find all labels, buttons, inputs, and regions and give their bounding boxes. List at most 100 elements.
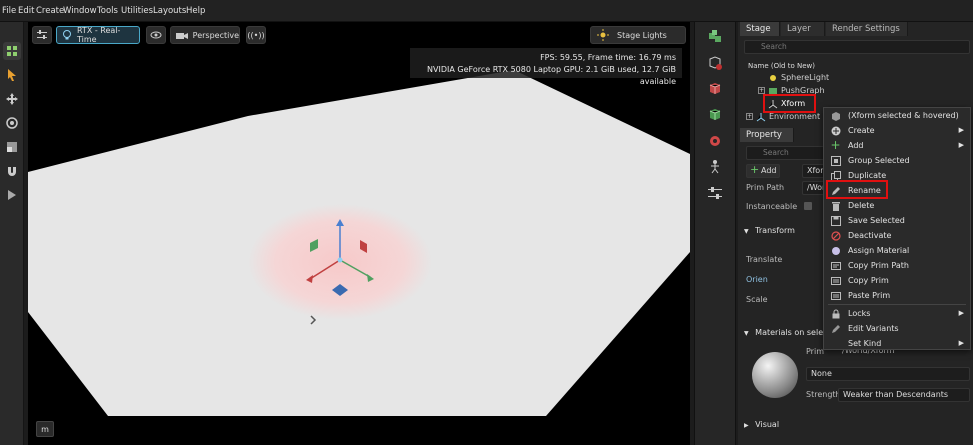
menu-item-copy-prim[interactable]: Copy Prim xyxy=(824,273,970,288)
tab-layer[interactable]: Layer xyxy=(781,22,825,36)
menu-utilities[interactable]: Utilities xyxy=(121,6,153,16)
plus-icon: + xyxy=(750,163,760,176)
broadcast-button[interactable]: ((•)) xyxy=(246,26,266,44)
menu-item-assign-material[interactable]: Assign Material xyxy=(824,243,970,258)
menu-file[interactable]: File xyxy=(2,6,16,16)
highlight-box-xform xyxy=(763,94,816,113)
stats-overlay: FPS: 59.55, Frame time: 16.79 ms NVIDIA … xyxy=(410,48,682,86)
tab-property[interactable]: Property xyxy=(740,128,794,142)
expand-icon[interactable]: + xyxy=(758,87,765,94)
menu-item-delete[interactable]: Delete xyxy=(824,198,970,213)
highlight-box-rename xyxy=(826,180,888,199)
camera-label: Perspective xyxy=(192,30,239,40)
visual-section-header[interactable]: ▶ Visual xyxy=(738,418,973,432)
menu-item-group-selected[interactable]: Group Selected xyxy=(824,153,970,168)
scale-label: Scale xyxy=(746,295,768,304)
figure-icon[interactable] xyxy=(706,158,724,176)
visibility-button[interactable] xyxy=(146,26,166,44)
material-preview-sphere xyxy=(752,352,798,398)
submenu-arrow-icon: ▶ xyxy=(958,309,964,317)
menu-item-paste-prim[interactable]: Paste Prim xyxy=(824,288,970,303)
group-icon xyxy=(830,155,841,166)
instanceable-label: Instanceable xyxy=(746,202,798,211)
instanceable-checkbox[interactable] xyxy=(804,202,812,210)
xform-icon xyxy=(756,112,766,126)
cube-green-icon[interactable] xyxy=(706,106,724,124)
prim-path-label: Prim Path xyxy=(746,183,785,192)
creation-toolbar xyxy=(694,22,736,445)
stage-lights-button[interactable]: Stage Lights xyxy=(590,26,686,44)
sun-icon xyxy=(597,29,609,41)
play-icon[interactable] xyxy=(3,186,21,204)
settings-sliders-icon[interactable] xyxy=(706,184,724,202)
cube-delete-icon[interactable] xyxy=(706,54,724,72)
viewport-settings-button[interactable] xyxy=(32,26,52,44)
trash-icon xyxy=(830,200,841,211)
menu-divider xyxy=(828,304,966,305)
cube-group-icon[interactable] xyxy=(706,28,724,46)
lock-icon xyxy=(830,308,841,319)
rotate-icon[interactable] xyxy=(3,114,21,132)
stage-search-placeholder: Search xyxy=(761,42,787,51)
strength-select[interactable]: Weaker than Descendants xyxy=(838,388,970,402)
strength-label: Strength xyxy=(806,390,841,399)
pointer-icon[interactable] xyxy=(3,66,21,84)
menu-item-set-kind[interactable]: Set Kind ▶ xyxy=(824,336,970,351)
menu-item-save-selected[interactable]: Save Selected xyxy=(824,213,970,228)
gpu-readout: NVIDIA GeForce RTX 5080 Laptop GPU: 2.1 … xyxy=(427,65,676,86)
menu-bar: File Edit Create Window Tools Utilities … xyxy=(0,0,973,22)
bulb-icon xyxy=(63,30,71,40)
eye-icon xyxy=(150,31,162,39)
menu-help[interactable]: Help xyxy=(186,6,205,16)
expand-arrow-icon: ▶ xyxy=(744,422,749,429)
material-select[interactable]: None xyxy=(806,367,970,381)
stage-search-input[interactable]: Search xyxy=(744,40,970,54)
sliders-icon xyxy=(37,30,47,39)
camera-icon xyxy=(176,33,188,39)
tab-stage[interactable]: Stage xyxy=(740,22,780,36)
tree-label-spherelight: SphereLight xyxy=(781,73,830,82)
stage-lights-label: Stage Lights xyxy=(617,30,667,40)
tree-row-spherelight[interactable]: SphereLight xyxy=(738,72,973,84)
submenu-arrow-icon: ▶ xyxy=(958,126,964,134)
menu-item-edit-variants[interactable]: Edit Variants xyxy=(824,321,970,336)
units-button[interactable]: m xyxy=(36,421,54,437)
move-icon[interactable] xyxy=(3,90,21,108)
material-sphere-icon xyxy=(830,245,841,256)
pencil-icon xyxy=(830,323,841,334)
menu-item-copy-prim-path[interactable]: Copy Prim Path xyxy=(824,258,970,273)
menu-create[interactable]: Create xyxy=(36,6,64,16)
tab-render-settings[interactable]: Render Settings xyxy=(826,22,908,36)
left-toolbar xyxy=(0,22,24,445)
context-menu: (Xform selected & hovered) Create ▶ + Ad… xyxy=(823,107,971,350)
property-search-placeholder: Search xyxy=(763,148,789,157)
collapse-arrow-icon: ▼ xyxy=(744,330,749,337)
add-button[interactable]: + Add xyxy=(746,164,780,178)
cube-icon xyxy=(830,110,841,121)
rtx-renderer-button[interactable]: RTX - Real-Time xyxy=(56,26,140,44)
save-icon xyxy=(830,215,841,226)
submenu-arrow-icon: ▶ xyxy=(958,141,964,149)
rtx-label: RTX - Real-Time xyxy=(76,26,121,44)
broadcast-icon: ((•)) xyxy=(247,30,265,40)
property-search-input[interactable]: Search xyxy=(746,146,826,160)
paste-icon xyxy=(830,290,841,301)
viewport[interactable]: RTX - Real-Time Perspective ((•)) Stage … xyxy=(28,22,690,445)
scale-icon[interactable] xyxy=(3,138,21,156)
select-mode-icon[interactable] xyxy=(3,42,21,60)
menu-item-add[interactable]: + Add ▶ xyxy=(824,138,970,153)
menu-item-create[interactable]: Create ▶ xyxy=(824,123,970,138)
tree-column-header[interactable]: Name (Old to New) xyxy=(748,62,815,70)
menu-item-deactivate[interactable]: Deactivate xyxy=(824,228,970,243)
menu-item-locks[interactable]: Locks ▶ xyxy=(824,306,970,321)
cube-red-icon[interactable] xyxy=(706,80,724,98)
menu-edit[interactable]: Edit xyxy=(18,6,34,16)
gear-icon[interactable] xyxy=(706,132,724,150)
menu-tools[interactable]: Tools xyxy=(97,6,118,16)
menu-window[interactable]: Window xyxy=(63,6,97,16)
orient-label: Orien xyxy=(746,275,768,284)
expand-icon[interactable]: + xyxy=(746,113,753,120)
menu-layouts[interactable]: Layouts xyxy=(153,6,186,16)
snap-icon[interactable] xyxy=(3,162,21,180)
camera-button[interactable]: Perspective xyxy=(170,26,240,44)
